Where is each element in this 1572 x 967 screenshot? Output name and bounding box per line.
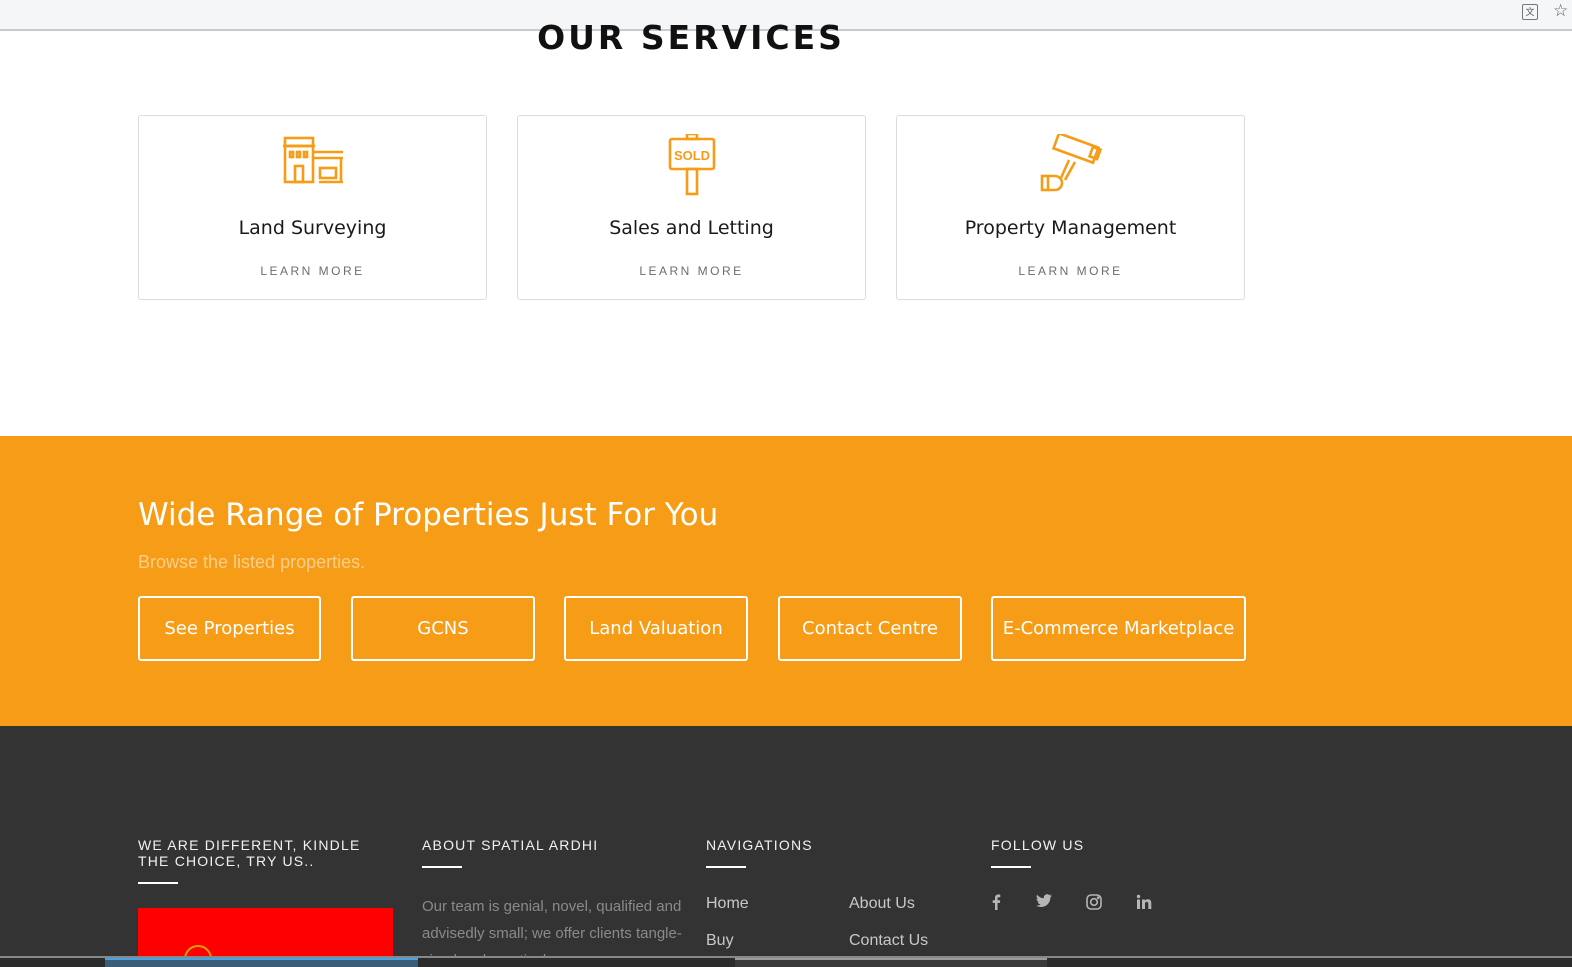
banner-heading: Wide Range of Properties Just For You <box>138 497 719 533</box>
site-footer: WE ARE DIFFERENT, KINDLE THE CHOICE, TRY… <box>0 726 1572 967</box>
taskbar-item-active[interactable] <box>105 958 418 967</box>
land-valuation-button[interactable]: Land Valuation <box>564 596 748 661</box>
nav-link-about-us[interactable]: About Us <box>849 895 915 913</box>
learn-more-link[interactable]: LEARN MORE <box>518 264 865 278</box>
nav-link-home[interactable]: Home <box>706 895 749 913</box>
service-card-property-management[interactable]: Property Management LEARN MORE <box>896 115 1245 300</box>
banner-subheading: Browse the listed properties. <box>138 552 366 572</box>
twitter-icon[interactable] <box>1036 894 1052 912</box>
services-title: OUR SERVICES <box>537 18 845 56</box>
about-text: Our team is genial, novel, qualified and… <box>422 898 682 963</box>
service-card-land-surveying[interactable]: Land Surveying LEARN MORE <box>138 115 487 300</box>
service-card-title: Land Surveying <box>238 217 387 239</box>
gcns-button[interactable]: GCNS <box>351 596 535 661</box>
taskbar-item[interactable] <box>735 958 1047 967</box>
os-taskbar <box>0 956 1572 967</box>
sold-sign-icon: SOLD <box>667 132 717 201</box>
linkedin-icon[interactable] <box>1136 894 1152 914</box>
learn-more-link[interactable]: LEARN MORE <box>897 264 1244 278</box>
footer-divider <box>138 882 178 884</box>
facebook-icon[interactable] <box>991 894 1001 914</box>
footer-tagline-line1: WE ARE DIFFERENT, KINDLE <box>138 837 361 853</box>
navigations-title: NAVIGATIONS <box>706 837 813 853</box>
learn-more-link[interactable]: LEARN MORE <box>139 264 486 278</box>
building-garage-icon <box>281 134 345 191</box>
ecommerce-marketplace-button[interactable]: E-Commerce Marketplace <box>991 596 1246 661</box>
footer-divider <box>991 866 1031 868</box>
see-properties-button[interactable]: See Properties <box>138 596 321 661</box>
about-title: ABOUT SPATIAL ARDHI <box>422 837 599 853</box>
nav-link-contact-us[interactable]: Contact Us <box>849 932 928 950</box>
security-camera-icon <box>1039 131 1103 201</box>
footer-logo-block <box>138 908 393 958</box>
star-icon[interactable]: ☆ <box>1553 1 1568 21</box>
footer-divider <box>706 866 746 868</box>
service-card-sales-letting[interactable]: SOLD Sales and Letting LEARN MORE <box>517 115 866 300</box>
follow-us-title: FOLLOW US <box>991 837 1085 853</box>
svg-text:SOLD: SOLD <box>673 148 709 163</box>
properties-banner: Wide Range of Properties Just For You Br… <box>0 436 1572 726</box>
contact-centre-button[interactable]: Contact Centre <box>778 596 962 661</box>
footer-tagline-line2: THE CHOICE, TRY US.. <box>138 853 315 869</box>
translate-icon[interactable]: 文 <box>1522 4 1538 20</box>
instagram-icon[interactable] <box>1086 894 1102 914</box>
service-card-title: Property Management <box>964 217 1177 239</box>
footer-divider <box>422 866 462 868</box>
service-card-title: Sales and Letting <box>609 217 774 239</box>
footer-tagline: WE ARE DIFFERENT, KINDLE THE CHOICE, TRY… <box>138 837 361 869</box>
nav-link-buy[interactable]: Buy <box>706 932 734 950</box>
